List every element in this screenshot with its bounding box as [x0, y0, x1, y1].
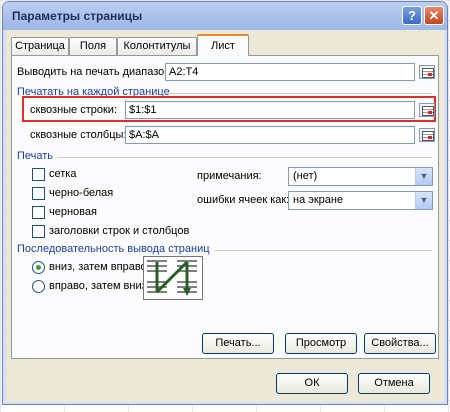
- gridlines-checkbox[interactable]: [32, 168, 45, 181]
- down-then-over-radio[interactable]: [32, 261, 45, 274]
- tab-margins[interactable]: Поля: [69, 37, 117, 55]
- help-button[interactable]: ?: [402, 6, 422, 25]
- help-icon: ?: [408, 8, 416, 23]
- tab-label: Страница: [15, 40, 65, 52]
- gridlines-label: сетка: [49, 168, 77, 180]
- preview-button[interactable]: Просмотр: [285, 333, 357, 354]
- ok-button[interactable]: ОК: [276, 373, 348, 394]
- title-bar[interactable]: Параметры страницы ? ✕: [3, 2, 447, 30]
- page-order-preview-icon: [143, 256, 203, 300]
- print-rows-input[interactable]: $1:$1: [125, 101, 415, 119]
- black-white-label: черно-белая: [49, 187, 114, 199]
- section-divider: [162, 93, 432, 94]
- draft-quality-label: черновая: [49, 206, 97, 218]
- dialog-body: Страница Поля Колонтитулы Лист Выводить …: [6, 30, 444, 402]
- tab-label: Поля: [79, 40, 107, 52]
- tab-page[interactable]: Страница: [11, 37, 69, 55]
- cell-errors-label: ошибки ячеек как:: [197, 194, 290, 206]
- properties-button-label: Свойства...: [371, 337, 429, 349]
- properties-button[interactable]: Свойства...: [364, 333, 436, 354]
- print-cols-label: сквозные столбцы:: [30, 129, 127, 141]
- comments-value: (нет): [293, 170, 318, 182]
- tab-label: Колонтитулы: [123, 40, 191, 52]
- print-area-collapse-icon[interactable]: [419, 65, 435, 79]
- sheet-tab-panel: Выводить на печать диапазон: A2:T4 Печат…: [11, 55, 439, 359]
- print-rows-collapse-icon[interactable]: [419, 103, 435, 117]
- down-then-over-label: вниз, затем вправо: [49, 261, 147, 273]
- cancel-button-label: Отмена: [374, 377, 414, 389]
- tab-label: Лист: [211, 40, 235, 52]
- close-button[interactable]: ✕: [424, 6, 444, 25]
- page-setup-dialog: Параметры страницы ? ✕ Страница Поля Кол…: [2, 1, 448, 405]
- print-area-input[interactable]: A2:T4: [165, 63, 415, 81]
- tab-header-footer[interactable]: Колонтитулы: [117, 37, 197, 55]
- print-cols-collapse-icon[interactable]: [419, 128, 435, 142]
- print-rows-label: сквозные строки:: [30, 104, 118, 116]
- section-divider: [215, 250, 432, 251]
- chevron-down-icon: ▼: [415, 192, 432, 209]
- row-col-headings-checkbox[interactable]: [32, 225, 45, 238]
- dialog-title: Параметры страницы: [12, 9, 143, 23]
- preview-button-label: Просмотр: [295, 337, 347, 349]
- section-divider: [57, 157, 432, 158]
- print-button[interactable]: Печать...: [202, 333, 274, 354]
- chevron-down-icon: ▼: [415, 168, 432, 185]
- comments-label: примечания:: [197, 170, 262, 182]
- print-area-label: Выводить на печать диапазон:: [17, 66, 174, 78]
- page-order-section: Последовательность вывода страниц: [17, 243, 210, 255]
- close-icon: ✕: [428, 8, 440, 23]
- draft-quality-checkbox[interactable]: [32, 206, 45, 219]
- comments-select[interactable]: (нет) ▼: [288, 167, 433, 186]
- row-col-headings-label: заголовки строк и столбцов: [49, 225, 190, 237]
- cell-errors-select[interactable]: на экране ▼: [288, 191, 433, 210]
- tab-sheet[interactable]: Лист: [197, 34, 249, 56]
- cancel-button[interactable]: Отмена: [358, 373, 430, 394]
- black-white-checkbox[interactable]: [32, 187, 45, 200]
- over-then-down-radio[interactable]: [32, 280, 45, 293]
- ok-button-label: ОК: [304, 377, 320, 389]
- over-then-down-label: вправо, затем вниз: [49, 280, 147, 292]
- cell-errors-value: на экране: [293, 194, 344, 206]
- print-button-label: Печать...: [215, 337, 261, 349]
- print-cols-input[interactable]: $A:$A: [125, 126, 415, 144]
- print-section: Печать: [17, 150, 54, 162]
